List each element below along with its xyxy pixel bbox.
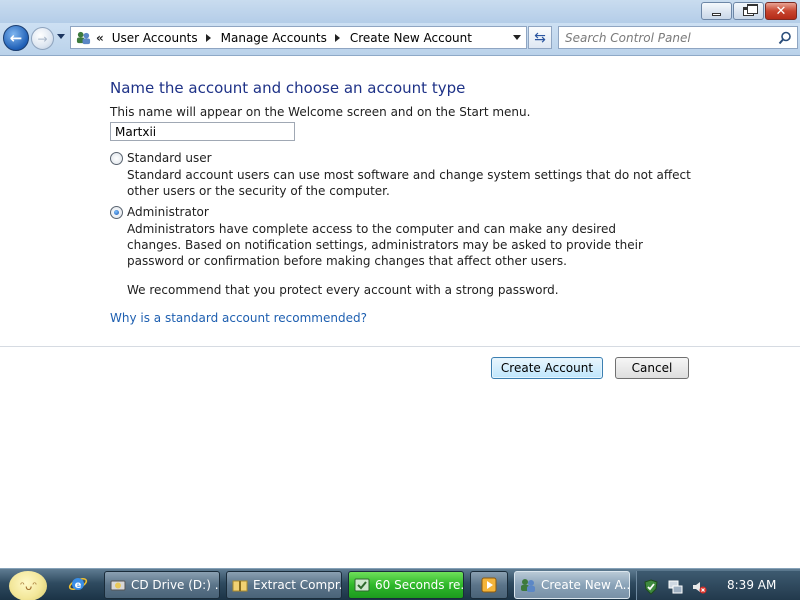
start-orb-icon: ᵔᴗᵔ xyxy=(20,579,38,593)
breadcrumb-separator-icon[interactable] xyxy=(205,33,211,42)
timer-icon xyxy=(354,578,370,592)
standard-user-label[interactable]: Standard user xyxy=(127,151,212,165)
taskbar-item-cd-drive[interactable]: CD Drive (D:) ... xyxy=(104,571,220,599)
account-name-input[interactable] xyxy=(110,122,295,141)
network-icon[interactable] xyxy=(667,579,683,595)
title-bar: ✕ xyxy=(0,0,800,23)
user-accounts-icon xyxy=(521,579,535,592)
breadcrumb-separator-icon[interactable] xyxy=(334,33,340,42)
breadcrumb-manage-accounts[interactable]: Manage Accounts xyxy=(219,31,329,45)
minimize-icon xyxy=(712,12,721,16)
search-input[interactable] xyxy=(565,29,770,46)
forward-button[interactable]: → xyxy=(31,27,54,50)
cd-drive-icon xyxy=(110,580,126,591)
standard-user-description: Standard account users can use most soft… xyxy=(127,168,691,198)
taskbar-item-label: Create New A... xyxy=(541,578,630,592)
cancel-button[interactable]: Cancel xyxy=(615,357,689,379)
taskbar-item-60-seconds[interactable]: 60 Seconds re... xyxy=(348,571,464,599)
back-arrow-icon: ← xyxy=(9,29,23,47)
name-field-caption: This name will appear on the Welcome scr… xyxy=(110,105,531,119)
taskbar-item-label: 60 Seconds re... xyxy=(375,578,464,592)
back-button[interactable]: ← xyxy=(3,25,29,51)
page-title: Name the account and choose an account t… xyxy=(110,79,466,97)
password-recommendation: We recommend that you protect every acco… xyxy=(127,283,559,297)
address-bar[interactable]: « User Accounts Manage Accounts Create N… xyxy=(70,26,527,49)
administrator-label[interactable]: Administrator xyxy=(127,205,209,219)
restore-icon xyxy=(743,3,758,16)
search-box[interactable] xyxy=(558,26,798,49)
refresh-icon: ⇆ xyxy=(534,29,546,46)
administrator-option[interactable]: Administrator xyxy=(110,205,209,219)
volume-muted-icon[interactable] xyxy=(691,579,707,595)
taskbar-item-media[interactable] xyxy=(470,571,508,599)
taskbar-item-create-new-account[interactable]: Create New A... xyxy=(514,571,630,599)
internet-explorer-icon[interactable]: e xyxy=(68,574,88,594)
security-shield-icon[interactable] xyxy=(643,579,659,595)
close-button[interactable]: ✕ xyxy=(765,2,797,20)
forward-arrow-icon: → xyxy=(37,31,48,46)
address-dropdown-icon[interactable] xyxy=(513,35,521,40)
breadcrumb-user-accounts[interactable]: User Accounts xyxy=(110,31,200,45)
folder-zip-icon xyxy=(232,580,248,592)
close-icon: ✕ xyxy=(775,3,787,19)
breadcrumb-overflow[interactable]: « xyxy=(96,31,104,45)
administrator-radio[interactable] xyxy=(110,205,123,219)
media-player-icon xyxy=(481,577,497,593)
breadcrumb-create-new-account[interactable]: Create New Account xyxy=(348,31,474,45)
system-clock[interactable]: 8:39 AM xyxy=(727,578,776,592)
refresh-button[interactable]: ⇆ xyxy=(528,26,552,49)
svg-text:e: e xyxy=(75,580,82,591)
create-account-button[interactable]: Create Account xyxy=(491,357,603,379)
taskbar-item-label: CD Drive (D:) ... xyxy=(131,578,220,592)
search-icon[interactable] xyxy=(778,31,792,45)
recent-pages-dropdown[interactable] xyxy=(57,34,65,39)
standard-account-help-link[interactable]: Why is a standard account recommended? xyxy=(110,311,367,325)
taskbar-item-extract[interactable]: Extract Compr... xyxy=(226,571,342,599)
standard-user-option[interactable]: Standard user xyxy=(110,151,212,165)
standard-user-radio[interactable] xyxy=(110,151,123,165)
start-button[interactable]: ᵔᴗᵔ xyxy=(9,571,47,600)
taskbar-item-label: Extract Compr... xyxy=(253,578,342,592)
administrator-description: Administrators have complete access to t… xyxy=(127,222,643,268)
minimize-button[interactable] xyxy=(701,2,732,20)
divider xyxy=(0,346,800,347)
restore-button[interactable] xyxy=(733,2,764,20)
control-panel-users-icon xyxy=(73,27,93,48)
